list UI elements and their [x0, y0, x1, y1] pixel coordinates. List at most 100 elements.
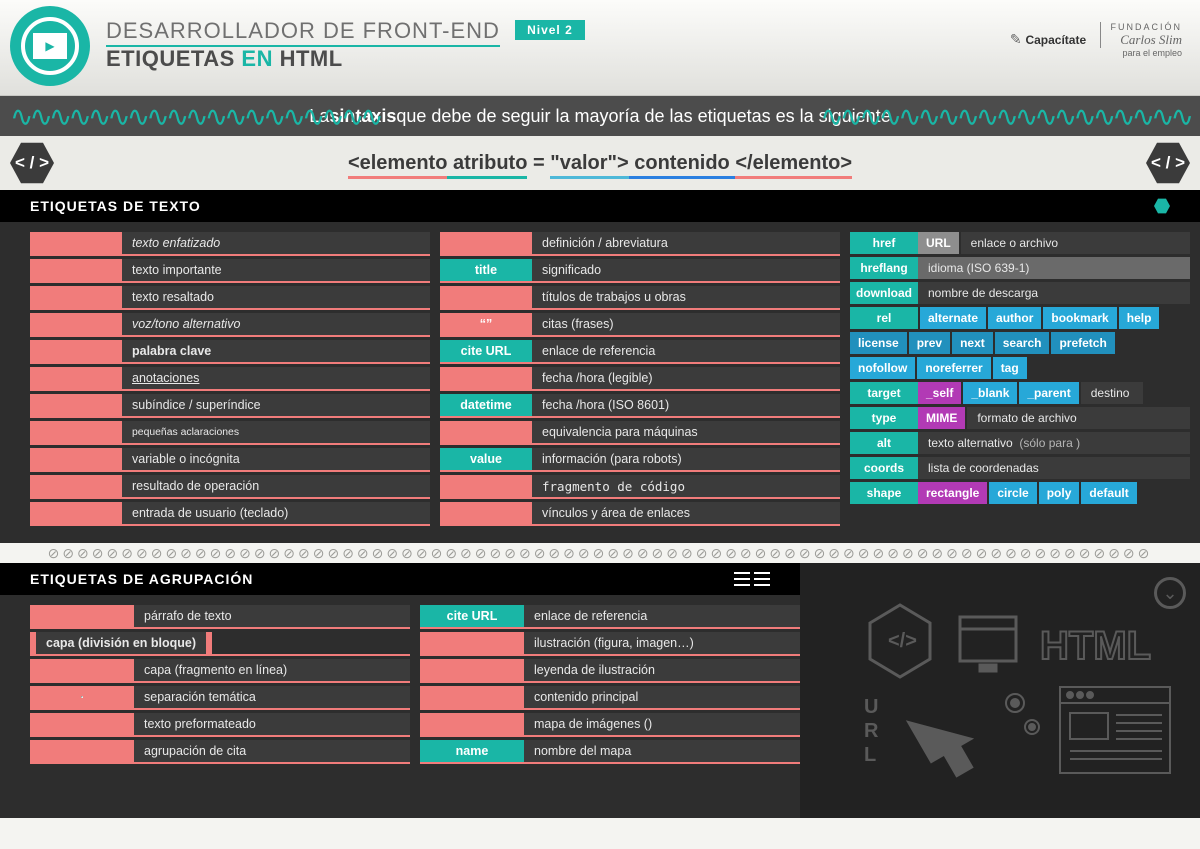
attr-val: texto alternativo (sólo para ) [918, 432, 1190, 454]
tag-cell [440, 313, 532, 335]
desc-cell: enlace de referencia [524, 605, 800, 627]
grp-a: párrafo de texto capa (división en bloque… [30, 605, 410, 767]
table-row: separación temática [30, 686, 410, 710]
desc-cell: texto importante [122, 259, 430, 281]
rel-chip: license [850, 332, 907, 354]
table-row: anotaciones [30, 367, 430, 391]
attr-val: nombre de descarga [918, 282, 1190, 304]
tag-cell [30, 448, 122, 470]
table-row: pequeñas aclaraciones [30, 421, 430, 445]
rel-chip: author [988, 307, 1041, 329]
desc-cell: enlace de referencia [532, 340, 840, 362]
tag-cell: title [440, 259, 532, 281]
desc-cell: fecha /hora (ISO 8601) [532, 394, 840, 416]
desc-cell: leyenda de ilustración [524, 659, 800, 681]
desc-cell: nombre del mapa [524, 740, 800, 762]
col-a: texto enfatizadotexto importantetexto re… [30, 232, 430, 529]
section-title: ETIQUETAS DE TEXTO [30, 198, 201, 214]
attr-row: nofollownoreferrertag [850, 357, 1190, 379]
desc-cell: información (para robots) [532, 448, 840, 470]
desc-cell: resultado de operación [122, 475, 430, 497]
table-row: namenombre del mapa [420, 740, 800, 764]
desc-cell: entrada de usuario (teclado) [122, 502, 430, 524]
tag-cell: name [420, 740, 524, 762]
url-chip: URL [918, 232, 959, 254]
grp-b: cite URLenlace de referenciailustración … [420, 605, 800, 767]
tag-cell [30, 340, 122, 362]
desc-cell: agrupación de cita [134, 740, 410, 762]
svg-text:</>: </> [888, 630, 917, 652]
col-b: definición / abreviatura titlesignificado… [440, 232, 840, 529]
tag-cell [30, 740, 134, 762]
table-row: resultado de operación [30, 475, 430, 499]
value-chip: _self [918, 382, 961, 404]
table-row: fecha /hora (legible) [440, 367, 840, 391]
col-c: hrefURLenlace o archivo hreflangidioma (I… [850, 232, 1190, 529]
svg-text:L: L [864, 744, 876, 766]
desc-cell: fecha /hora (legible) [532, 367, 840, 389]
rel-chip: prev [909, 332, 950, 354]
attr-row: target_self_blank_parentdestino [850, 382, 1190, 404]
list-layout-icon [734, 572, 770, 586]
desc-cell: subíndice / superíndice [122, 394, 430, 416]
tag-cell: capa (división en bloque) [30, 632, 212, 654]
table-row: texto resaltado [30, 286, 430, 310]
value-chip: circle [989, 482, 1036, 504]
tag-cell [420, 632, 524, 654]
tag-cell: cite URL [420, 605, 524, 627]
value-chip: rectangle [918, 482, 987, 504]
desc-cell: párrafo de texto [134, 605, 410, 627]
desc-cell: fragmento de código [532, 475, 840, 497]
tag-cell: cite URL [440, 340, 532, 362]
table-row: vínculos y área de enlaces [440, 502, 840, 526]
decorative-svg: </> HTML U R L [820, 583, 1180, 793]
table-row: títulos de trabajos u obras [440, 286, 840, 310]
chevron-down-circle-icon: ⌄ [1154, 577, 1186, 609]
desc-cell: vínculos y área de enlaces [532, 502, 840, 524]
code-hex-icon: < / > [1146, 141, 1190, 185]
tag-cell [30, 232, 122, 254]
attr-row: hreflangidioma (ISO 639-1) [850, 257, 1190, 279]
syntax-example: <elemento atributo = "valor"> contenido … [348, 152, 852, 175]
attr-key: shape [850, 482, 918, 504]
rel-chip: prefetch [1051, 332, 1114, 354]
tag-cell [440, 367, 532, 389]
section-head-text: ETIQUETAS DE TEXTO [0, 190, 1200, 222]
tag-cell [30, 421, 122, 443]
desc-cell: significado [532, 259, 840, 281]
tag-cell [30, 605, 134, 627]
attr-val: idioma (ISO 639-1) [918, 257, 1190, 279]
table-row: definición / abreviatura [440, 232, 840, 256]
attr-row: typeMIMEformato de archivo [850, 407, 1190, 429]
desc-cell: voz/tono alternativo [122, 313, 430, 335]
value-chip: _blank [963, 382, 1017, 404]
desc-cell: mapa de imágenes () [524, 713, 800, 735]
table-row: entrada de usuario (teclado) [30, 502, 430, 526]
code-hex-icon: < / > [10, 141, 54, 185]
attr-key: alt [850, 432, 918, 454]
title-block: DESARROLLADOR DE FRONT-END Nivel 2 ETIQU… [106, 18, 585, 72]
tag-cell [440, 502, 532, 524]
attr-row: hrefURLenlace o archivo [850, 232, 1190, 254]
rel-chip: search [995, 332, 1050, 354]
attr-val: formato de archivo [967, 407, 1190, 429]
table-row: voz/tono alternativo [30, 313, 430, 337]
desc-cell: citas (frases) [532, 313, 840, 335]
tag-cell [30, 713, 134, 735]
group-tags-panel: párrafo de texto capa (división en bloque… [0, 595, 800, 781]
svg-text:R: R [864, 720, 879, 742]
desc-cell: equivalencia para máquinas [532, 421, 840, 443]
rel-chip: help [1119, 307, 1160, 329]
desc-cell: contenido principal [524, 686, 800, 708]
attr-key: href [850, 232, 918, 254]
tag-cell: value [440, 448, 532, 470]
intro-bar: La sintaxis que debe de seguir la mayorí… [0, 96, 1200, 136]
desc-cell: texto preformateado [134, 713, 410, 735]
table-row: equivalencia para máquinas [440, 421, 840, 445]
attr-val: enlace o archivo [961, 232, 1190, 254]
table-row: variable o incógnita [30, 448, 430, 472]
section-title: ETIQUETAS DE AGRUPACIÓN [30, 571, 253, 587]
attr-key: hreflang [850, 257, 918, 279]
desc-cell: anotaciones [122, 367, 430, 389]
table-row: texto importante [30, 259, 430, 283]
